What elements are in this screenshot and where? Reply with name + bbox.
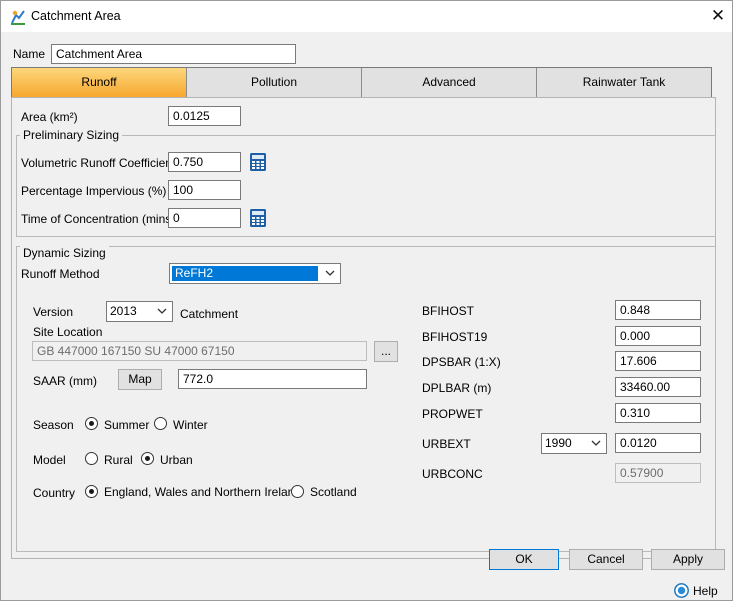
model-label: Model (33, 453, 66, 467)
country-scotland-radio[interactable] (291, 485, 304, 498)
dynamic-sizing-title: Dynamic Sizing (20, 246, 109, 260)
dialog-content: Name Catchment Area Runoff Pollution Adv… (1, 32, 732, 600)
season-winter-label: Winter (173, 418, 208, 432)
help-link[interactable]: Help (693, 584, 718, 598)
bfihost-label: BFIHOST (422, 304, 475, 318)
bfihost19-input[interactable]: 0.000 (615, 326, 701, 346)
app-icon (11, 10, 25, 25)
urbext-year-select[interactable]: 1990 (541, 433, 607, 454)
season-label: Season (33, 418, 74, 432)
dpsbar-label: DPSBAR (1:X) (422, 355, 501, 369)
name-input[interactable]: Catchment Area (51, 44, 296, 64)
propwet-input[interactable]: 0.310 (615, 403, 701, 423)
tab-advanced[interactable]: Advanced (362, 68, 537, 97)
propwet-label: PROPWET (422, 407, 483, 421)
preliminary-sizing-title: Preliminary Sizing (20, 128, 123, 142)
tab-rainwater-tank[interactable]: Rainwater Tank (537, 68, 711, 97)
close-icon[interactable]: ✕ (708, 6, 728, 26)
dialog-window: Catchment Area ✕ Name Catchment Area Run… (0, 0, 733, 601)
model-urban-label: Urban (160, 453, 193, 467)
chevron-down-icon (591, 440, 601, 446)
urbconc-input: 0.57900 (615, 463, 701, 483)
season-summer-radio[interactable] (85, 417, 98, 430)
preliminary-sizing-group: Preliminary Sizing Volumetric Runoff Coe… (16, 128, 716, 237)
window-title: Catchment Area (31, 9, 121, 23)
map-button[interactable]: Map (118, 369, 162, 390)
impervious-label: Percentage Impervious (%) (21, 184, 167, 198)
calculator-icon[interactable] (249, 208, 267, 228)
tab-strip: Runoff Pollution Advanced Rainwater Tank (11, 67, 712, 98)
calculator-icon[interactable] (249, 152, 267, 172)
cancel-button[interactable]: Cancel (569, 549, 643, 570)
runoff-coeff-label: Volumetric Runoff Coefficient (21, 156, 176, 170)
dynamic-sizing-group: Dynamic Sizing Runoff Method ReFH2 Versi… (16, 246, 716, 552)
model-urban-radio[interactable] (141, 452, 154, 465)
urbext-year-value: 1990 (545, 436, 572, 450)
tab-pollution[interactable]: Pollution (187, 68, 362, 97)
name-label: Name (13, 47, 46, 61)
version-value: 2013 (110, 304, 137, 318)
browse-button[interactable]: ... (374, 341, 398, 362)
saar-input[interactable]: 772.0 (178, 369, 367, 389)
runoff-method-value: ReFH2 (172, 266, 318, 281)
saar-label: SAAR (mm) (33, 374, 97, 388)
site-location-label: Site Location (33, 325, 103, 339)
help-icon[interactable] (674, 583, 689, 598)
toc-input[interactable]: 0 (168, 208, 241, 228)
runoff-panel: Area (km²) 0.0125 Preliminary Sizing Vol… (11, 97, 716, 559)
ok-button[interactable]: OK (489, 549, 559, 570)
impervious-input[interactable]: 100 (168, 180, 241, 200)
bfihost19-label: BFIHOST19 (422, 330, 488, 344)
season-summer-label: Summer (104, 418, 150, 432)
chevron-down-icon (157, 308, 167, 314)
title-bar: Catchment Area ✕ (1, 1, 732, 32)
dpsbar-input[interactable]: 17.606 (615, 351, 701, 371)
urbext-label: URBEXT (422, 437, 471, 451)
country-label: Country (33, 486, 76, 500)
season-winter-radio[interactable] (154, 417, 167, 430)
catchment-label: Catchment (180, 307, 239, 321)
runoff-method-select[interactable]: ReFH2 (169, 263, 341, 284)
model-rural-radio[interactable] (85, 452, 98, 465)
area-input[interactable]: 0.0125 (168, 106, 241, 126)
area-label: Area (km²) (21, 110, 78, 124)
runoff-method-label: Runoff Method (21, 267, 100, 281)
model-rural-label: Rural (104, 453, 133, 467)
runoff-coeff-input[interactable]: 0.750 (168, 152, 241, 172)
urbconc-label: URBCONC (422, 467, 483, 481)
dplbar-input[interactable]: 33460.00 (615, 377, 701, 397)
country-ewni-label: England, Wales and Northern Ireland (104, 485, 302, 499)
chevron-down-icon (325, 270, 335, 276)
dplbar-label: DPLBAR (m) (422, 381, 492, 395)
tab-runoff[interactable]: Runoff (12, 68, 187, 97)
country-scotland-label: Scotland (310, 485, 357, 499)
urbext-input[interactable]: 0.0120 (615, 433, 701, 453)
apply-button[interactable]: Apply (651, 549, 725, 570)
toc-label: Time of Concentration (mins) (21, 212, 176, 226)
version-select[interactable]: 2013 (106, 301, 173, 322)
version-label: Version (33, 305, 74, 319)
country-ewni-radio[interactable] (85, 485, 98, 498)
site-location-input: GB 447000 167150 SU 47000 67150 (32, 341, 367, 361)
bfihost-input[interactable]: 0.848 (615, 300, 701, 320)
